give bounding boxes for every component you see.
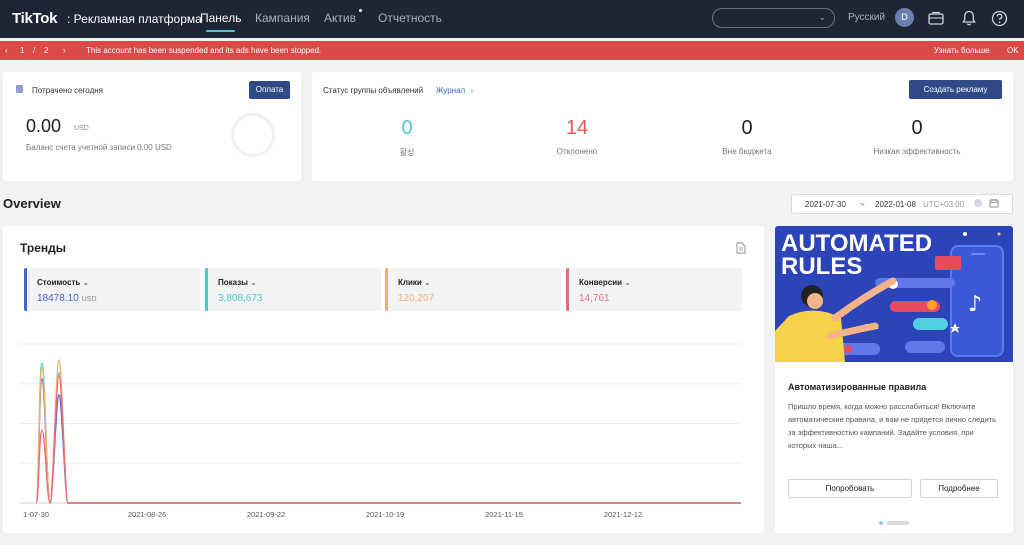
create-ad-button[interactable]: Создать рекламу [909,80,1002,99]
journal-link[interactable]: Журнал › [436,86,473,95]
metric-clicks[interactable]: Клики ⌄ 120,207 [385,268,561,311]
metric-clicks-value: 120,207 [398,293,435,304]
tab-campaign[interactable]: Кампания [255,11,310,25]
briefcase-icon[interactable] [927,9,945,27]
try-button[interactable]: Попробовать [788,479,912,498]
banner-message: This account has been suspended and its … [86,46,322,55]
automated-rules-title: Автоматизированные правила [788,382,927,392]
date-range-picker[interactable]: 2021-07-30 ~ 2022-01-08 UTC+03:00 [791,194,1013,214]
automated-rules-card: AUTOMATED RULES ♪ SUN Автоматизированные… [775,226,1013,533]
metric-impressions-color-bar [205,268,208,311]
tab-dashboard-label: Панель [200,11,242,25]
tab-assets[interactable]: Актив [324,9,362,25]
carousel-dot-1[interactable] [879,521,883,525]
learn-more-link[interactable]: Узнать больше [934,46,990,55]
status-rejected-count[interactable]: 14 [517,117,637,140]
metric-cost-color-bar [24,268,27,311]
tab-assets-label: Актив [324,11,356,25]
avatar[interactable]: D [895,8,914,27]
chevron-right-icon: › [470,86,474,95]
status-out-of-budget-count[interactable]: 0 [687,117,807,140]
banner-page-total: 2 [44,46,49,55]
series-line [35,375,741,504]
journal-link-label: Журнал [436,86,466,95]
language-switch[interactable]: Русский [848,12,885,23]
x-tick-label: 2021-09-22 [247,510,285,519]
ad-group-status-title: Статус группы объявлений [323,86,424,95]
banner-prev-icon[interactable]: ‹ [5,46,8,55]
bell-icon[interactable] [960,9,978,27]
timezone: UTC+03:00 [923,200,965,209]
status-out-of-budget-label: Вне бюджета [722,147,772,156]
status-low-efficiency-count[interactable]: 0 [857,117,977,140]
help-icon[interactable] [990,9,1008,27]
automated-rules-illustration[interactable]: AUTOMATED RULES ♪ SUN [775,226,1013,362]
metric-impressions-value: 3,808,673 [218,293,263,304]
tab-reporting-label: Отчетность [378,11,442,25]
metric-impressions-name: Показы ⌄ [218,278,257,287]
banner-page-current: 1 [20,46,25,55]
metric-cost-value: 18478.10 USD [37,293,97,304]
tab-campaign-label: Кампания [255,11,310,25]
metric-conversions-value: 14,761 [579,293,610,304]
x-tick-label: 2021-08-26 [128,510,166,519]
platform-subtitle: : Рекламная платформа [67,12,202,26]
metric-impressions[interactable]: Показы ⌄ 3,808,673 [205,268,381,311]
x-tick-label: 2021-12-12 [604,510,642,519]
ad-group-status-card: Статус группы объявлений Журнал › Создат… [312,72,1013,181]
clear-icon[interactable] [974,199,982,207]
metric-cost[interactable]: Стоимость ⌄ 18478.10 USD [24,268,200,311]
top-navigation: TikTok : Рекламная платформа Панель Камп… [0,0,1024,38]
spent-today-title: Потрачено сегодня [32,86,103,95]
status-active-count[interactable]: 0 [347,117,467,140]
pay-button[interactable]: Оплата [249,81,290,99]
metric-cost-name: Стоимость ⌄ [37,278,90,287]
tab-dashboard[interactable]: Панель [200,11,242,32]
spend-progress-ring [231,113,275,157]
tiktok-logo[interactable]: TikTok [12,10,57,27]
date-start: 2021-07-30 [805,200,846,209]
metric-clicks-name: Клики ⌄ [398,278,431,287]
banner-page-sep: / [33,46,36,55]
chevron-down-icon: ⌄ [818,12,826,22]
date-end: 2022-01-08 [875,200,916,209]
carousel-dot-2[interactable] [887,521,909,525]
metric-conversions-name: Конверсии ⌄ [579,278,631,287]
series-line [35,359,741,504]
more-button[interactable]: Подробнее [920,479,998,498]
status-rejected-label: Отклонено [556,147,598,156]
wallet-icon [16,85,23,93]
account-balance: Баланс счета учетной записи 0.00 USD [26,143,172,152]
suspension-banner: ‹ 1 / 2 › This account has been suspende… [0,41,1024,60]
metric-conversions[interactable]: Конверсии ⌄ 14,761 [566,268,742,311]
spent-currency: USD [74,125,89,132]
x-tick-label: 1-07-30 [23,510,49,519]
x-tick-label: 2021-10-19 [366,510,404,519]
spent-today-card: Потрачено сегодня Оплата 0.00 USD Баланс… [3,72,301,181]
spent-amount: 0.00 [26,116,62,136]
account-select[interactable]: ⌄ [712,8,835,28]
x-tick-label: 2021-11-15 [485,510,523,519]
metric-conversions-color-bar [566,268,569,311]
new-dot-icon [358,9,362,12]
automated-rules-text: Пришло время, когда можно расслабиться! … [788,402,997,450]
overview-title: Overview [3,196,61,211]
tab-reporting[interactable]: Отчетность [378,11,442,25]
svg-text:♪: ♪ [968,292,982,317]
banner-next-icon[interactable]: › [63,46,66,55]
calendar-icon[interactable] [989,198,999,210]
date-separator: ~ [860,200,865,209]
ok-button[interactable]: OK [1007,46,1019,55]
svg-text:RULES: RULES [781,253,862,280]
status-active-label: 활성 [399,148,415,157]
series-line [35,378,741,504]
metric-clicks-color-bar [385,268,388,311]
active-tab-indicator [206,30,236,32]
status-low-efficiency-label: Низкая эффективность [873,147,961,156]
